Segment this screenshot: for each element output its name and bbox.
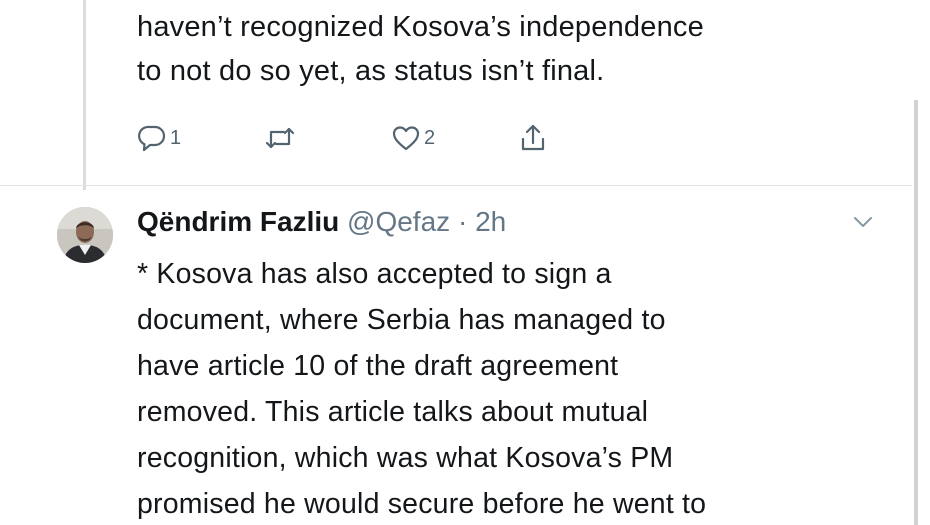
more-options-button[interactable] [848,210,878,234]
tweet-header: Qëndrim Fazliu @Qefaz · 2h [137,200,506,244]
reply-button[interactable]: 1 [137,123,264,153]
retweet-icon [264,123,296,153]
share-button[interactable] [518,122,548,154]
retweet-button[interactable] [264,123,391,153]
heart-icon [391,123,421,153]
like-count: 2 [424,126,436,149]
previous-tweet-line: haven’t recognized Kosova’s independence [137,11,704,43]
tweet-line: promised he would secure before he went … [137,488,707,520]
tweet-line: * Kosova has also accepted to sign a [137,258,612,290]
tweet-thread-view: haven’t recognized Kosova’s independence… [0,0,930,525]
tweet-timestamp[interactable]: 2h [475,206,506,237]
share-icon [518,122,548,154]
scrollbar[interactable] [914,100,918,525]
previous-tweet-line: to not do so yet, as status isn’t final. [137,55,605,87]
thread-connector-line [83,0,86,190]
previous-tweet-text: haven’t recognized Kosova’s independence… [137,5,897,93]
tweet-line: recognition, which was what Kosova’s PM [137,442,674,474]
reply-icon [137,123,167,153]
tweet-line: document, where Serbia has managed to [137,304,666,336]
avatar[interactable] [57,207,113,263]
tweet-line: have article 10 of the draft agreement [137,350,619,382]
author-handle[interactable]: @Qefaz [347,206,450,237]
chevron-down-icon [848,217,878,238]
tweet-text: * Kosova has also accepted to sign a doc… [137,251,897,525]
tweet-divider [0,185,912,186]
like-button[interactable]: 2 [391,123,518,153]
tweet-action-bar: 1 2 [137,118,548,158]
author-name[interactable]: Qëndrim Fazliu [137,206,339,237]
timestamp-separator: · [450,206,476,237]
reply-count: 1 [170,126,182,149]
tweet-line: removed. This article talks about mutual [137,396,649,428]
